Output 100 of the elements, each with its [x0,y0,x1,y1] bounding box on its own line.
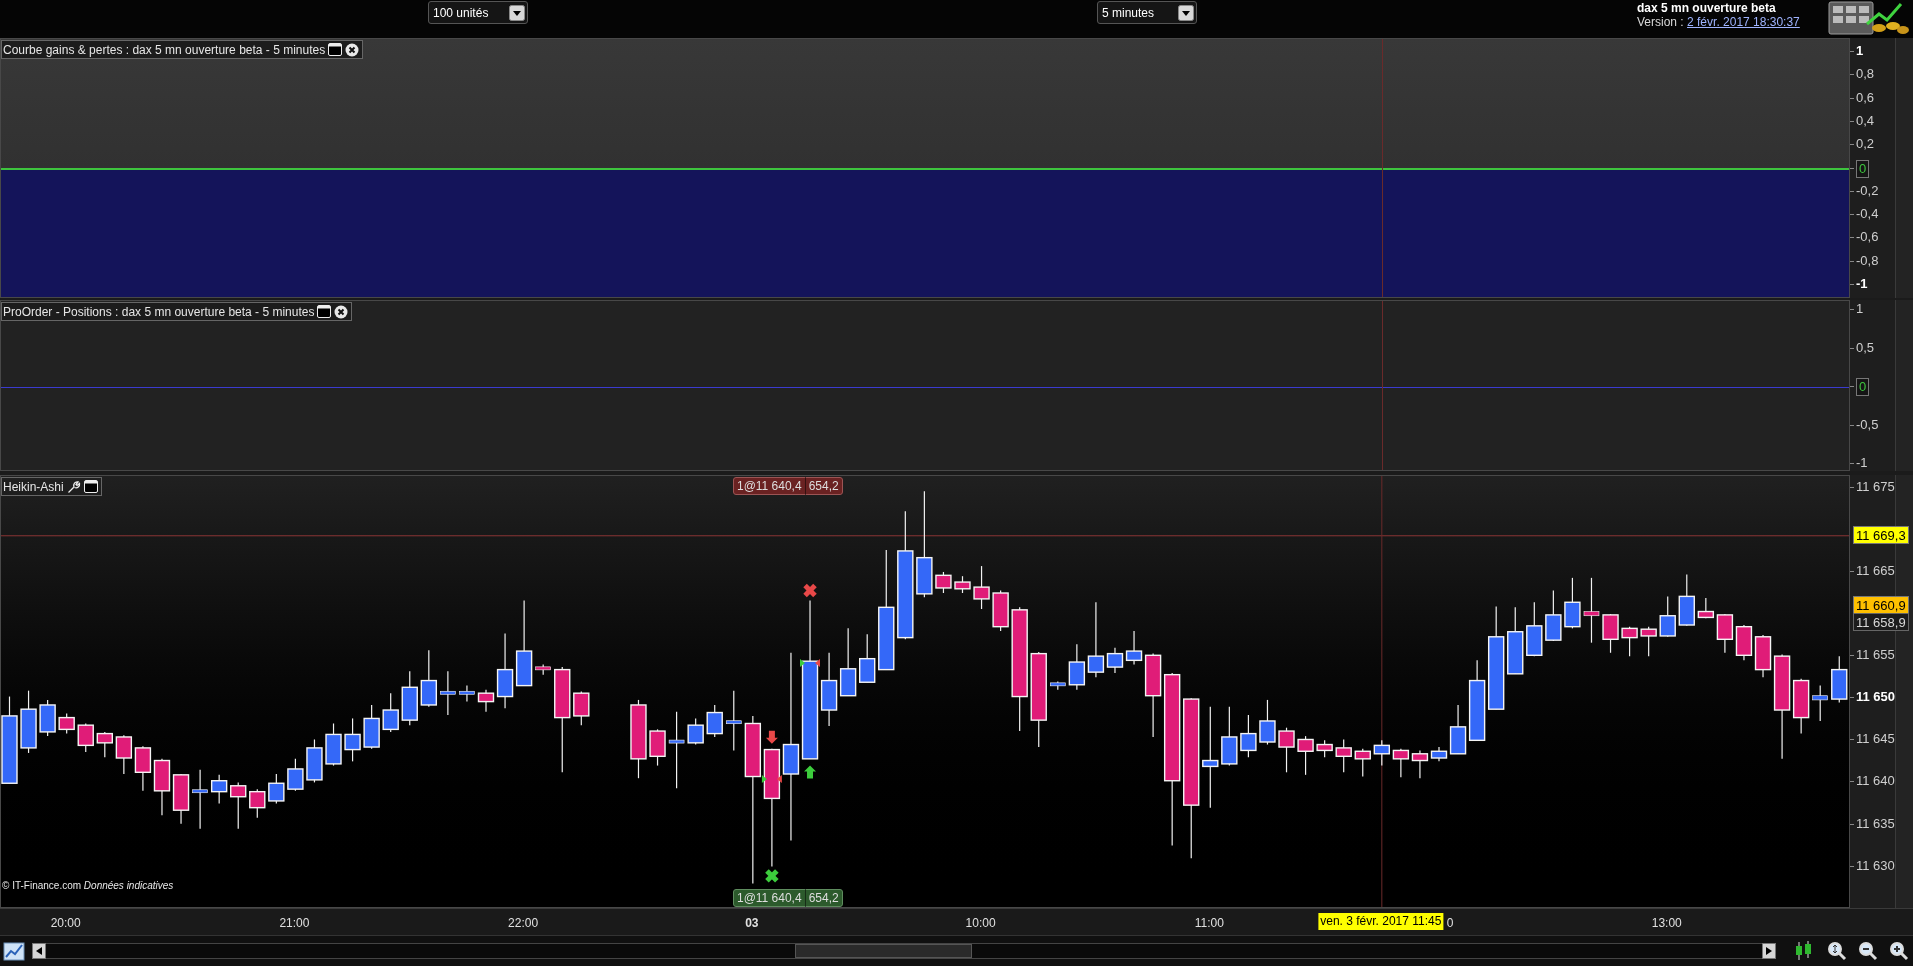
candlestick [134,745,152,792]
close-icon[interactable] [345,42,360,57]
window-icon[interactable] [83,480,98,493]
close-icon[interactable] [334,304,349,319]
triangle-marker-icon [815,658,820,667]
candlestick [687,717,704,746]
down-arrow-icon [765,730,778,744]
time-label: 03 [745,915,759,932]
candlestick [306,738,323,783]
candlestick [20,690,37,754]
candlestick [230,781,247,830]
up-arrow-icon [804,765,816,779]
candlestick [954,575,971,594]
candlestick [1583,577,1600,644]
candlestick [973,565,990,610]
wrench-icon[interactable] [66,479,81,494]
candlestick [96,731,113,758]
candlestick [172,773,190,825]
axis-label: 1 [1856,43,1864,59]
candlestick [1259,699,1276,746]
right-arrow-icon [1766,947,1772,955]
triangle-marker-icon [761,775,767,784]
time-label: 11:00 [1194,915,1224,932]
axis-label: -0,2 [1856,182,1879,199]
triangle-marker-icon [776,775,782,784]
chart-icon[interactable] [3,940,25,962]
axis-label: -1 [1856,455,1868,471]
axis-label: 0 [1856,378,1870,396]
axis-label: -0,4 [1856,206,1879,223]
candlestick [726,690,742,752]
candlestick [535,663,551,676]
axis-label: 0,8 [1856,66,1875,83]
candlestick [649,728,666,767]
axis-label: 0,5 [1856,339,1875,356]
axis-label: 11 650 [1856,689,1896,706]
time-label: 13:00 [1651,915,1682,932]
candlestick [1316,739,1333,758]
candlestick [706,704,723,738]
scroll-right-button[interactable] [1762,943,1776,959]
window-icon[interactable] [328,43,343,56]
zoom-in-icon[interactable] [1888,940,1910,962]
candlestick [1297,735,1314,776]
axis-label: 0,2 [1856,136,1875,153]
candlestick [573,690,590,726]
candlestick [1240,714,1257,758]
time-label: 20:00 [50,915,81,932]
candlestick [1602,613,1619,654]
candles-icon[interactable] [1794,940,1814,962]
candlestick [935,571,952,594]
axis-label: 11 665 [1856,562,1895,579]
strategy-title: dax 5 mn ouverture beta [1637,1,1777,15]
candlestick [77,722,94,753]
axis-label: -0,5 [1856,416,1879,433]
candlestick [1507,606,1524,675]
version-link[interactable]: 2 févr. 2017 18:30:37 [1687,15,1800,29]
timeframe-dropdown[interactable]: 5 minutes [1097,1,1197,24]
candlestick [344,717,361,762]
candlestick [1640,626,1657,657]
candlestick [382,692,399,733]
candlestick [363,704,380,750]
axis-label: 0,4 [1856,112,1875,129]
candlestick [1050,680,1066,691]
candlestick [287,758,304,792]
window-icon[interactable] [317,305,332,318]
panel-title: ProOrder - Positions : dax 5 mn ouverture beta - 5 minutes [2,303,315,321]
candlestick [1812,685,1828,722]
panel-title: Courbe gains & pertes : dax 5 mn ouverture beta - 5 minutes [2,41,326,59]
candlestick [1659,595,1676,638]
candlestick [115,734,133,775]
candlestick [992,589,1009,632]
chart-coins-icon[interactable] [1827,0,1911,36]
zoom-out-icon[interactable] [1857,940,1879,962]
exit-price-label: 654,2 [804,889,842,907]
scroll-left-button[interactable] [32,943,46,959]
caret-icon [509,4,525,21]
candlestick [1354,748,1371,778]
candlestick [1526,601,1543,657]
time-label: 21:00 [279,915,310,932]
candlestick [153,758,171,816]
time-label: 0 [1446,915,1454,932]
time-label: 10:00 [965,915,996,932]
time-label: 22:00 [508,915,539,932]
candlestick [1278,727,1295,773]
quantity-dropdown[interactable]: 100 unités [428,1,528,24]
price-tag: 11 658,9 [1853,613,1909,632]
candlestick [859,633,876,683]
zoom-fit-icon[interactable] [1826,940,1848,962]
candlestick [1545,589,1562,642]
candlestick [249,788,266,819]
price-tag: 11 660,9 [1853,596,1909,615]
scrollbar-thumb[interactable] [795,944,972,958]
credit-text: © IT-Finance.com Données indicatives [2,879,174,893]
candlestick [192,769,208,830]
entry-price-label: 1@11 640,4 [735,890,803,907]
axis-label: 0,6 [1856,89,1875,106]
axis-label: -0,6 [1856,229,1879,246]
entry-price-label: 1@11 640,4 [735,478,803,495]
candlestick [1735,624,1753,661]
candlestick [1564,577,1581,629]
axis-label: 1 [1856,301,1864,317]
